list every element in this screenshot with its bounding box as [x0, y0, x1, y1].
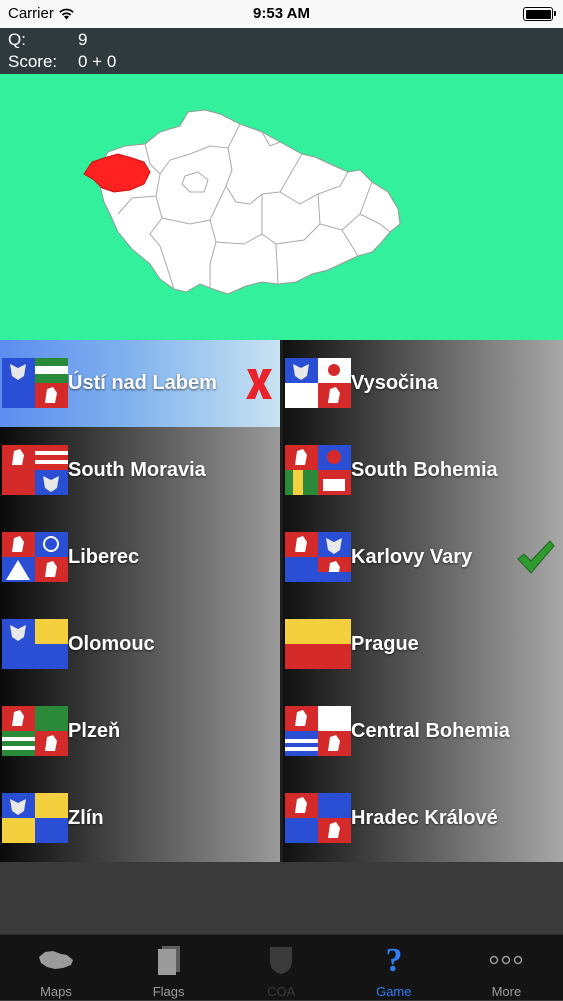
grid-divider: [280, 340, 283, 862]
question-mark-icon: ?: [338, 943, 450, 977]
tab-game[interactable]: ? Game: [338, 935, 450, 1001]
answer-label: Olomouc: [68, 633, 155, 655]
region-flag-icon: [2, 358, 68, 408]
question-label: Q:: [8, 30, 26, 49]
answer-label: Karlovy Vary: [351, 546, 473, 568]
map-country-outline: [99, 109, 401, 295]
czech-map-graphic: [83, 109, 401, 295]
more-dots-icon: [450, 943, 562, 977]
answer-label: Prague: [351, 633, 419, 655]
answer-option[interactable]: Karlovy Vary: [283, 514, 563, 601]
answer-label: Hradec Králové: [351, 807, 498, 829]
score-value: 0 + 0: [78, 52, 117, 71]
tab-label: Flags: [152, 984, 185, 999]
region-flag-icon: [2, 706, 68, 756]
battery-icon: [523, 7, 556, 21]
tab-flags[interactable]: Flags: [113, 935, 225, 1001]
answer-label: Vysočina: [351, 372, 439, 394]
answer-option[interactable]: Zlín: [0, 775, 280, 862]
answer-option[interactable]: Liberec: [0, 514, 280, 601]
clock: 9:53 AM: [253, 5, 310, 22]
region-flag-icon: [2, 445, 68, 495]
tab-maps[interactable]: Maps: [0, 935, 112, 1001]
answer-option[interactable]: Prague: [283, 601, 563, 688]
region-flag-icon: [2, 532, 68, 582]
bottom-spacer: [0, 862, 563, 934]
region-flag-icon: [285, 358, 351, 408]
region-flag-icon: [285, 532, 351, 582]
score-header: Q: 9 Score: 0 + 0: [0, 28, 563, 74]
question-number: 9: [78, 30, 88, 49]
region-flag-icon: [285, 619, 351, 669]
region-flag-icon: [285, 445, 351, 495]
region-flag-icon: [285, 706, 351, 756]
czech-region-map: [0, 74, 563, 340]
tab-label: COA: [267, 984, 296, 999]
score-display: Score: 0 + 0: [8, 52, 116, 72]
answer-option[interactable]: Olomouc: [0, 601, 280, 688]
answer-label: Ústí nad Labem: [68, 372, 217, 394]
answer-option[interactable]: Hradec Králové: [283, 775, 563, 862]
flags-icon: [113, 943, 225, 977]
checkmark-icon: [517, 540, 555, 574]
question-counter: Q: 9: [8, 30, 87, 50]
answer-label: South Moravia: [68, 459, 206, 481]
region-flag-icon: [2, 793, 68, 843]
coat-of-arms-icon: [225, 943, 337, 977]
answer-label: Zlín: [68, 807, 104, 829]
answer-option[interactable]: South Bohemia: [283, 427, 563, 514]
answer-option[interactable]: Plzeň: [0, 688, 280, 775]
tab-label: Maps: [40, 984, 72, 999]
answer-label: Central Bohemia: [351, 720, 510, 742]
status-bar: Carrier 9:53 AM: [0, 0, 563, 28]
tab-more[interactable]: More: [450, 935, 562, 1001]
region-flag-icon: [285, 793, 351, 843]
region-flag-icon: [2, 619, 68, 669]
answer-label: South Bohemia: [351, 459, 498, 481]
answer-option[interactable]: South Moravia: [0, 427, 280, 514]
svg-text:?: ?: [385, 943, 402, 977]
score-label: Score:: [8, 52, 58, 71]
answer-label: Liberec: [68, 546, 140, 568]
tab-bar: Maps Flags COA? Game More: [0, 934, 563, 1000]
tab-coa: COA: [225, 935, 337, 1001]
tab-label: More: [491, 984, 522, 999]
tab-label: Game: [376, 984, 412, 999]
x-mark-icon: [246, 369, 272, 399]
answer-option[interactable]: Central Bohemia: [283, 688, 563, 775]
answer-option[interactable]: Vysočina: [283, 340, 563, 427]
answer-label: Plzeň: [68, 720, 121, 742]
czech-map-icon: [0, 943, 112, 977]
answer-option[interactable]: Ústí nad Labem: [0, 340, 280, 427]
